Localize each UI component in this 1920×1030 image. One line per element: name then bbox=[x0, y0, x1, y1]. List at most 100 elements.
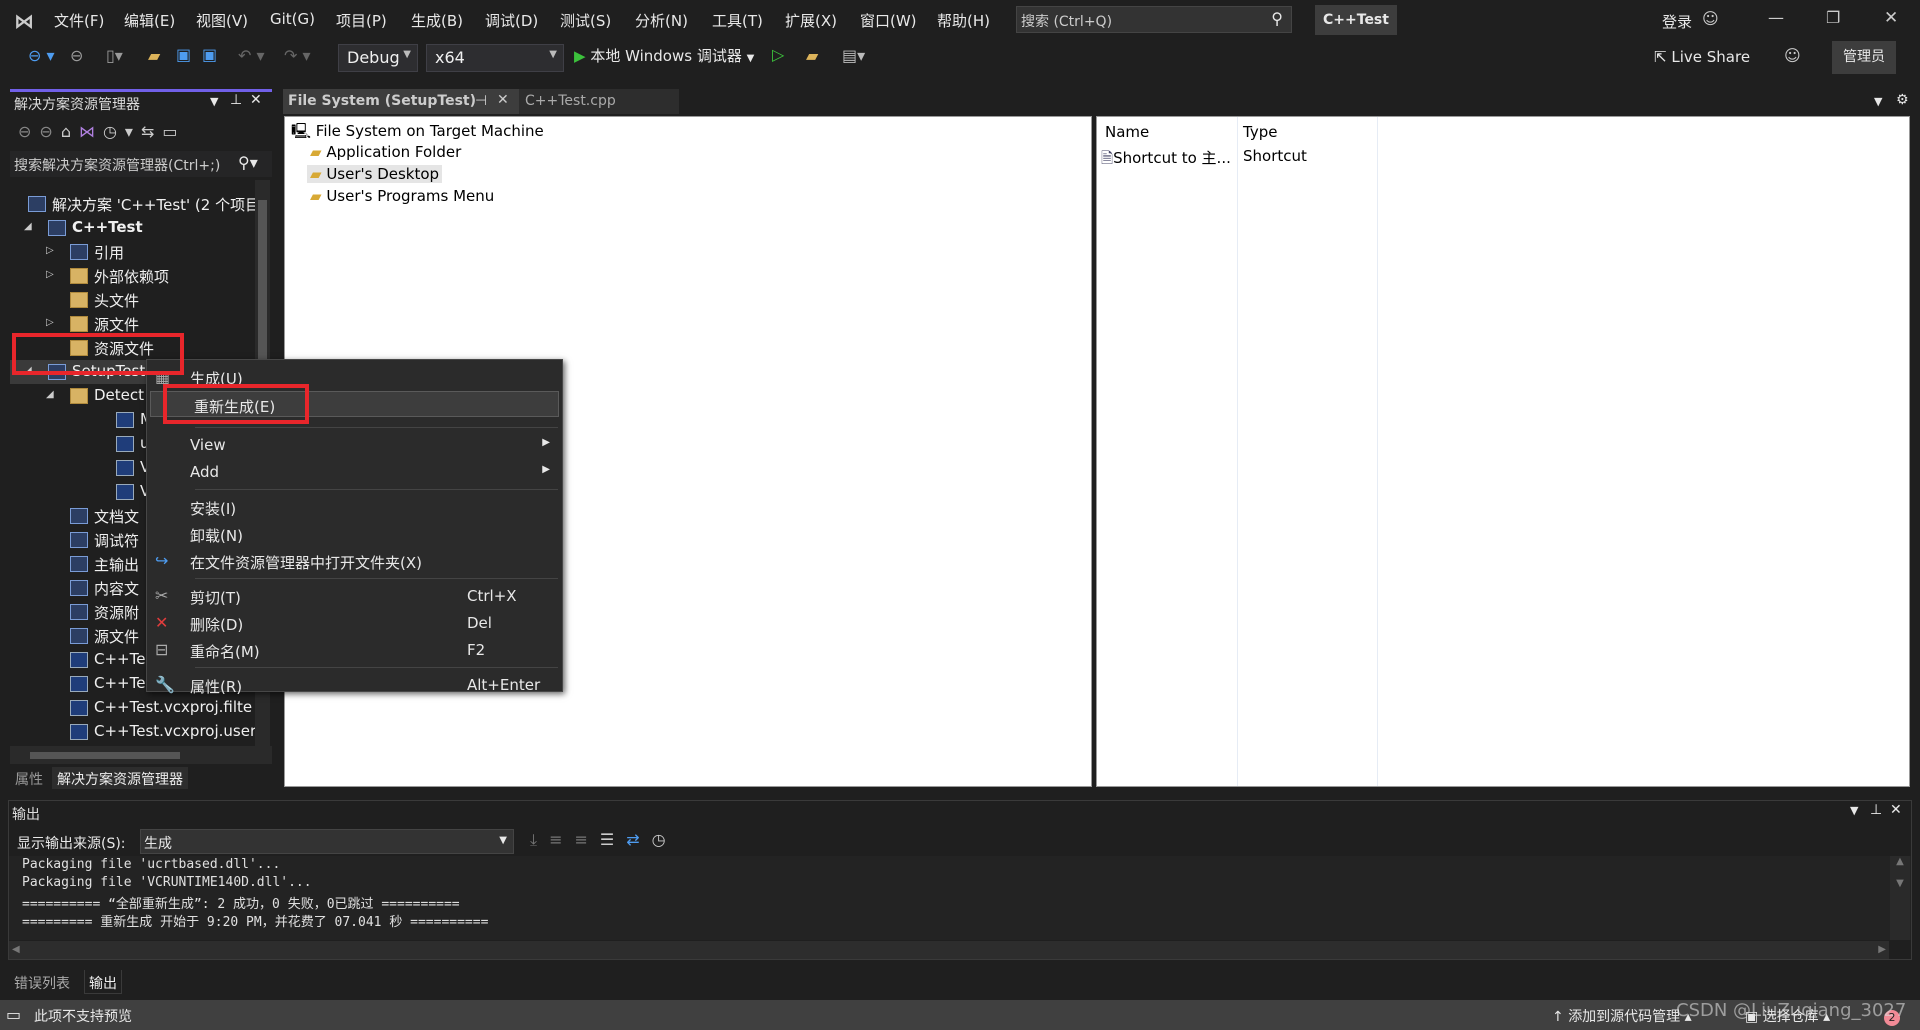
tab-properties[interactable]: 属性 bbox=[10, 767, 48, 789]
menu-item-8[interactable]: ↪ 在文件资源管理器中打开文件夹(X) bbox=[147, 548, 562, 574]
tab-file-system[interactable]: File System (SetupTest) ⊣ ✕ bbox=[283, 89, 519, 114]
menu-item-3[interactable]: View ▶ bbox=[147, 432, 562, 458]
clear-all-icon[interactable]: ☰ bbox=[600, 830, 626, 849]
tree-item[interactable]: C++Test.vcxproj.user bbox=[10, 720, 255, 744]
live-share-button[interactable]: ⇱ Live Share bbox=[1654, 48, 1750, 66]
tree-item[interactable]: C++Test.vcxproj.filte bbox=[10, 696, 255, 720]
panel-menu-icon[interactable]: ▼ bbox=[210, 95, 218, 108]
account-icon[interactable]: ☺ bbox=[1702, 9, 1719, 28]
menu-9[interactable]: 工具(T) bbox=[712, 10, 763, 31]
close-window-button[interactable]: ✕ bbox=[1884, 8, 1898, 28]
next-message-icon[interactable]: ≡ bbox=[574, 830, 599, 849]
start-debugging-button[interactable]: ▶ 本地 Windows 调试器 ▼ bbox=[574, 45, 754, 66]
previous-message-icon[interactable]: ≡ bbox=[549, 830, 574, 849]
pin-icon[interactable]: ⊥ bbox=[1870, 802, 1882, 818]
column-header-name[interactable]: Name bbox=[1105, 123, 1149, 141]
tab-error-list[interactable]: 错误列表 bbox=[10, 970, 74, 994]
menu-3[interactable]: Git(G) bbox=[270, 10, 315, 28]
menu-12[interactable]: 帮助(H) bbox=[937, 10, 990, 31]
platform-dropdown[interactable]: x64 ▼ bbox=[426, 44, 564, 72]
tree-item[interactable]: ◢ C++Test bbox=[10, 216, 255, 240]
redo-icon[interactable]: ↷ ▾ bbox=[284, 46, 311, 65]
tree-item[interactable]: 解决方案 'C++Test' (2 个项目 bbox=[10, 192, 255, 216]
fs-folder[interactable]: ▰ User's Desktop bbox=[307, 165, 443, 183]
wrench-icon: 🔧 bbox=[155, 675, 175, 694]
open-file-icon[interactable]: ▰ bbox=[148, 46, 160, 65]
tab-list-icon[interactable]: ▼ bbox=[1874, 95, 1882, 108]
menu-0[interactable]: 文件(F) bbox=[54, 10, 104, 31]
home-icon[interactable]: ⌂ bbox=[61, 122, 79, 141]
pending-changes-icon[interactable]: ◷▾ bbox=[103, 122, 141, 141]
minimize-button[interactable]: — bbox=[1768, 8, 1784, 27]
tree-item[interactable]: 头文件 bbox=[10, 288, 255, 312]
menu-item-7[interactable]: 卸载(N) bbox=[147, 521, 562, 547]
new-project-icon[interactable]: ▯▾ bbox=[106, 46, 123, 65]
expanded-arrow-icon[interactable]: ◢ bbox=[24, 221, 32, 232]
output-horizontal-scrollbar[interactable]: ◀ ▶ bbox=[9, 941, 1889, 959]
login-link[interactable]: 登录 bbox=[1662, 11, 1692, 32]
tree-item[interactable]: ▷ 引用 bbox=[10, 240, 255, 264]
add-to-source-control-button[interactable]: ↑ 添加到源代码管理 ▴ bbox=[1552, 1006, 1692, 1026]
menu-item-11[interactable]: ✕ 删除(D) Del bbox=[147, 610, 562, 636]
menu-item-6[interactable]: 安装(I) bbox=[147, 494, 562, 520]
chevron-down-icon: ▼ bbox=[403, 49, 411, 60]
admin-badge[interactable]: 管理员 bbox=[1832, 41, 1896, 74]
feedback-icon[interactable]: ☺ bbox=[1784, 46, 1801, 65]
tree-item[interactable]: ▷ 外部依赖项 bbox=[10, 264, 255, 288]
start-without-debugging-icon[interactable]: ▷ bbox=[772, 45, 784, 64]
save-all-icon[interactable]: ▣ bbox=[202, 45, 217, 64]
word-wrap-icon[interactable]: ⇄ bbox=[626, 830, 651, 849]
fs-folder[interactable]: ▰ Application Folder bbox=[307, 143, 464, 161]
restore-button[interactable]: ❐ bbox=[1826, 8, 1840, 27]
switch-views-icon[interactable]: ⋈ bbox=[79, 122, 103, 141]
list-item[interactable]: 🗎Shortcut to 主... Shortcut bbox=[1101, 147, 1377, 169]
solution-search-input[interactable]: 搜索解决方案资源管理器(Ctrl+;) ⚲▾ bbox=[10, 151, 272, 177]
menu-10[interactable]: 扩展(X) bbox=[785, 10, 837, 31]
collapsed-arrow-icon[interactable]: ▷ bbox=[46, 245, 54, 256]
close-panel-icon[interactable]: ✕ bbox=[1890, 802, 1902, 818]
menu-item-14[interactable]: 🔧 属性(R) Alt+Enter bbox=[147, 672, 562, 698]
menu-7[interactable]: 测试(S) bbox=[560, 10, 611, 31]
back-icon[interactable]: ⊖ bbox=[18, 122, 39, 141]
fs-folder[interactable]: ▰ User's Programs Menu bbox=[307, 187, 497, 205]
collapsed-arrow-icon[interactable]: ▷ bbox=[46, 317, 54, 328]
expanded-arrow-icon[interactable]: ◢ bbox=[46, 389, 54, 400]
settings-gear-icon[interactable]: ⚙ bbox=[1896, 92, 1909, 108]
search-box[interactable]: 搜索 (Ctrl+Q) ⚲ bbox=[1016, 6, 1292, 33]
menu-5[interactable]: 生成(B) bbox=[411, 10, 463, 31]
configuration-dropdown[interactable]: Debug ▼ bbox=[338, 44, 418, 72]
timestamp-icon[interactable]: ◷ bbox=[652, 830, 678, 849]
menu-item-10[interactable]: ✂ 剪切(T) Ctrl+X bbox=[147, 583, 562, 609]
forward-icon[interactable]: ⊖ bbox=[70, 46, 83, 65]
menu-8[interactable]: 分析(N) bbox=[635, 10, 688, 31]
column-header-type[interactable]: Type bbox=[1243, 123, 1277, 141]
undo-icon[interactable]: ↶ ▾ bbox=[238, 46, 265, 65]
tab-cpp[interactable]: C++Test.cpp bbox=[519, 89, 679, 114]
tab-output[interactable]: 输出 bbox=[84, 970, 122, 994]
find-in-files-icon[interactable]: ▰ bbox=[806, 46, 818, 65]
output-source-dropdown[interactable]: 生成 ▼ bbox=[140, 829, 514, 854]
panel-menu-icon[interactable]: ▼ bbox=[1850, 804, 1858, 817]
menu-11[interactable]: 窗口(W) bbox=[860, 10, 917, 31]
tree-horizontal-scrollbar[interactable] bbox=[10, 746, 272, 764]
pin-icon[interactable]: ⊥ bbox=[230, 92, 242, 108]
menu-4[interactable]: 项目(P) bbox=[336, 10, 387, 31]
collapsed-arrow-icon[interactable]: ▷ bbox=[46, 269, 54, 280]
menu-2[interactable]: 视图(V) bbox=[196, 10, 248, 31]
forward-icon[interactable]: ⊖ bbox=[39, 122, 60, 141]
menu-1[interactable]: 编辑(E) bbox=[124, 10, 175, 31]
back-icon[interactable]: ⊖ ▾ bbox=[28, 46, 55, 65]
close-tab-icon[interactable]: ✕ bbox=[497, 92, 509, 108]
menu-item-12[interactable]: ⊟ 重命名(M) F2 bbox=[147, 637, 562, 663]
pin-icon[interactable]: ⊣ bbox=[475, 93, 487, 109]
sync-icon[interactable]: ⇆ bbox=[141, 122, 162, 141]
output-vertical-scrollbar[interactable]: ▲ ▼ bbox=[1890, 856, 1910, 940]
close-panel-icon[interactable]: ✕ bbox=[250, 92, 262, 108]
window-layout-icon[interactable]: ▤▾ bbox=[842, 46, 865, 65]
collapse-all-icon[interactable]: ▭ bbox=[162, 122, 185, 141]
menu-6[interactable]: 调试(D) bbox=[485, 10, 538, 31]
find-message-icon[interactable]: ⤓ bbox=[530, 830, 549, 849]
menu-item-4[interactable]: Add ▶ bbox=[147, 459, 562, 485]
tab-solution-explorer[interactable]: 解决方案资源管理器 bbox=[52, 767, 188, 789]
save-icon[interactable]: ▣ bbox=[176, 45, 191, 64]
